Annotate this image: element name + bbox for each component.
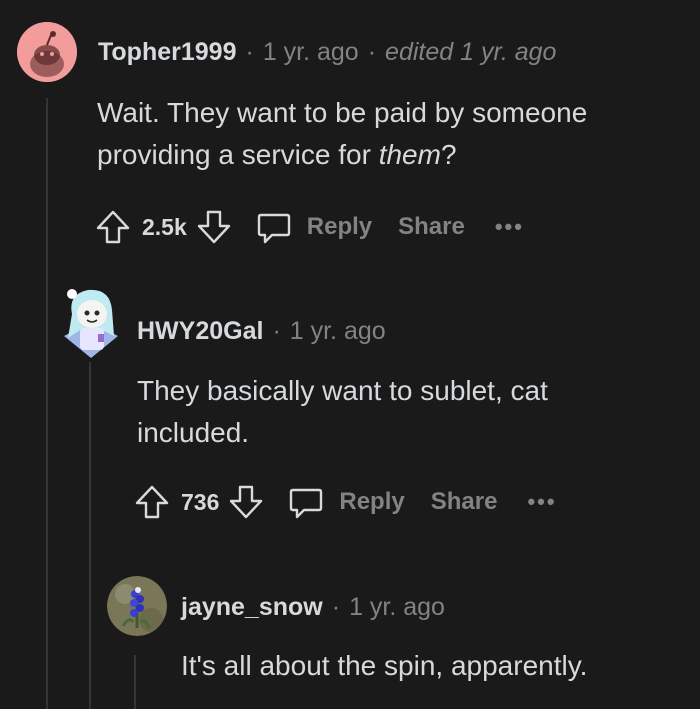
upvote-icon[interactable]	[133, 483, 171, 521]
meta-separator: ·	[331, 593, 341, 621]
vote-score: 2.5k	[142, 213, 187, 240]
reply-label: Reply	[306, 213, 373, 240]
user-avatar[interactable]	[58, 284, 124, 364]
comment-body: They basically want to sublet, cat inclu…	[137, 370, 677, 454]
reply-label: Reply	[339, 488, 405, 515]
user-avatar[interactable]	[107, 576, 167, 636]
comment-actions: 736 Reply Share •••	[133, 477, 557, 527]
username[interactable]: HWY20Gal	[137, 317, 263, 346]
timestamp[interactable]: 1 yr. ago	[263, 38, 359, 67]
comment-bubble-icon	[255, 208, 293, 246]
thread-line-level3[interactable]	[134, 655, 136, 709]
comment-text-line: providing a service for them?	[97, 139, 457, 170]
meta-separator: ·	[367, 38, 377, 66]
meta-separator: ·	[272, 317, 281, 345]
default-snoo-avatar-icon	[17, 22, 77, 82]
comment-body: Wait. They want to be paid by someone pr…	[97, 92, 677, 176]
share-button[interactable]: Share	[398, 213, 465, 241]
upvote-icon[interactable]	[94, 208, 132, 246]
comment-text-line: included.	[137, 417, 250, 448]
user-avatar[interactable]	[17, 22, 77, 82]
meta-separator: ·	[245, 38, 254, 66]
comment-text-line: They basically want to sublet, cat	[137, 375, 548, 406]
timestamp[interactable]: 1 yr. ago	[290, 317, 386, 346]
emphasis-text: them	[378, 139, 441, 170]
share-button[interactable]: Share	[431, 488, 498, 516]
thread-line-level2[interactable]	[89, 362, 91, 709]
more-options-button[interactable]: •••	[527, 489, 556, 515]
edited-label: edited 1 yr. ago	[385, 38, 557, 66]
comment-bubble-icon	[287, 483, 325, 521]
reply-button[interactable]: Reply	[287, 483, 405, 521]
custom-snoo-avatar-icon	[64, 289, 118, 358]
downvote-icon[interactable]	[195, 208, 233, 246]
username[interactable]: jayne_snow	[181, 593, 323, 622]
reply-button[interactable]: Reply	[255, 208, 372, 246]
timestamp[interactable]: 1 yr. ago	[349, 593, 445, 622]
comment-actions: 2.5k Reply Share •••	[94, 202, 524, 252]
downvote-icon[interactable]	[227, 483, 265, 521]
comment-meta: jayne_snow · 1 yr. ago	[181, 593, 445, 622]
vote-score: 736	[181, 488, 220, 515]
comment-meta: Topher1999 · 1 yr. ago · edited 1 yr. ag…	[98, 38, 556, 67]
comment-body: It's all about the spin, apparently.	[181, 645, 681, 687]
comment-text-line: It's all about the spin, apparently.	[181, 650, 588, 681]
bluebonnet-photo-avatar	[107, 576, 167, 636]
more-options-button[interactable]: •••	[495, 214, 524, 240]
username[interactable]: Topher1999	[98, 38, 236, 67]
thread-line-level1[interactable]	[46, 98, 48, 709]
comment-text-line: Wait. They want to be paid by someone	[97, 97, 588, 128]
comment-meta: HWY20Gal · 1 yr. ago	[137, 317, 386, 346]
